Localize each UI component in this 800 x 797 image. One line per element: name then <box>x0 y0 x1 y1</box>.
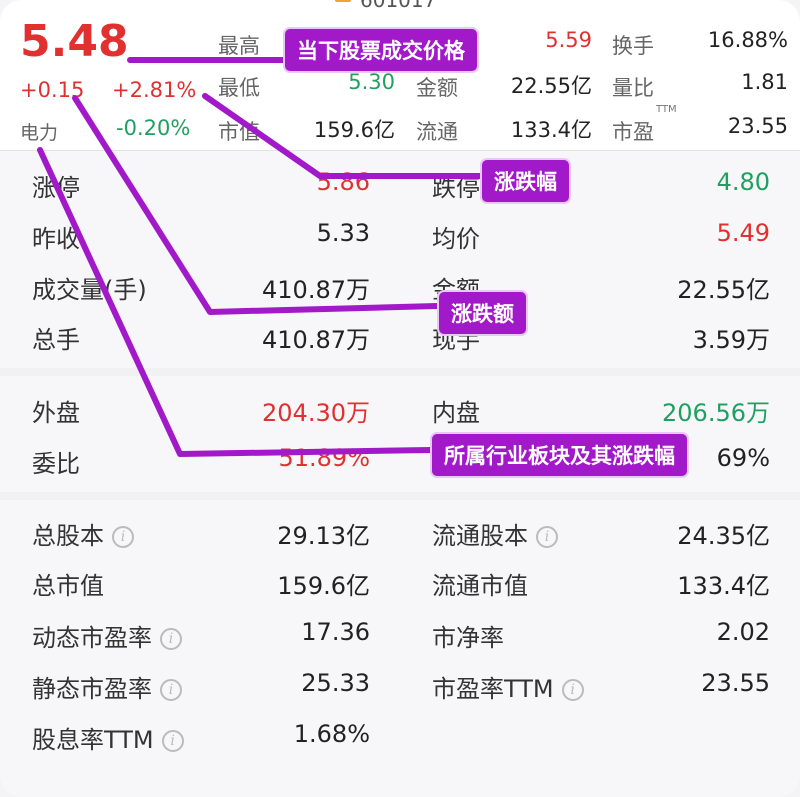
avg-price-value: 5.49 <box>716 219 770 247</box>
market-cap-value: 159.6亿 <box>313 118 395 142</box>
info-icon[interactable]: i <box>161 730 184 752</box>
pb-value: 2.02 <box>716 618 770 646</box>
volume-ratio-value: 1.81 <box>741 70 788 94</box>
low-label: 最低 <box>218 76 260 100</box>
section-divider <box>0 368 800 376</box>
pe-value: 23.55 <box>727 114 788 138</box>
float-mcap-value: 133.4亿 <box>677 572 770 600</box>
stock-quote-panel: 601017 5.48 +0.15 +2.81% 电力 -0.20% 最高 5.… <box>0 0 800 797</box>
prev-close-value: 5.33 <box>316 219 370 247</box>
current-price: 5.48 <box>20 16 129 67</box>
outer-volume-label: 外盘 <box>32 399 80 427</box>
amount-value: 22.55亿 <box>510 74 592 98</box>
dynamic-pe-value: 17.36 <box>301 618 370 646</box>
prev-close-label: 昨收 <box>32 225 80 253</box>
inner-volume-value: 206.56万 <box>662 399 770 427</box>
pb-label: 市净率 <box>432 624 504 652</box>
pe-ttm-value: 23.55 <box>701 669 770 697</box>
sector-change-percent: -0.20% <box>116 116 191 140</box>
limit-down-label: 跌停 <box>432 174 480 202</box>
high-value: 5.59 <box>545 28 592 52</box>
total-shares-label: 总股本 i <box>32 516 134 551</box>
limit-up-label: 涨停 <box>32 174 80 202</box>
turnover-value: 16.88% <box>707 28 788 52</box>
float-shares-value: 24.35亿 <box>677 522 770 550</box>
price-change-percent: +2.81% <box>112 78 197 102</box>
annotation-change-pct: 涨跌幅 <box>480 158 571 204</box>
pe-ttm-superscript: TTM <box>656 104 677 115</box>
float-shares-label: 流通股本 i <box>432 516 558 551</box>
limit-up-value: 5.86 <box>316 168 370 196</box>
volume-label: 成交量(手) <box>32 276 147 304</box>
dynamic-pe-label: 动态市盈率 i <box>32 618 182 653</box>
high-label: 最高 <box>218 34 260 58</box>
inner-volume-label: 内盘 <box>432 399 480 427</box>
static-pe-value: 25.33 <box>301 669 370 697</box>
total-mcap-label: 总市值 <box>32 572 104 600</box>
quote-header: 601017 5.48 +0.15 +2.81% 电力 -0.20% 最高 5.… <box>0 0 800 151</box>
market-cap-label: 市值 <box>218 120 260 144</box>
commit-ratio-value: 51.89% <box>278 444 370 472</box>
avg-price-label: 均价 <box>432 225 480 253</box>
limit-down-value: 4.80 <box>716 168 770 196</box>
annotation-change-amt: 涨跌额 <box>437 290 528 336</box>
info-icon[interactable]: i <box>112 526 134 548</box>
info-icon[interactable]: i <box>536 526 558 548</box>
stock-code-partial: 601017 <box>360 0 437 12</box>
total-shares-value: 29.13亿 <box>277 522 370 550</box>
float-label: 流通 <box>416 120 458 144</box>
amount-label: 金额 <box>416 76 458 100</box>
dividend-yield-value: 1.68% <box>293 720 370 748</box>
float-shares-text: 流通股本 <box>432 522 528 550</box>
dynamic-pe-text: 动态市盈率 <box>32 624 152 652</box>
info-icon[interactable]: i <box>160 628 182 650</box>
low-value: 5.30 <box>348 70 395 94</box>
annotation-price: 当下股票成交价格 <box>283 27 479 73</box>
volume-ratio-label: 量比 <box>612 76 654 100</box>
pe-label: 市盈 <box>612 120 654 144</box>
sector-name[interactable]: 电力 <box>20 118 58 145</box>
total-hand-label: 总手 <box>32 326 80 354</box>
turnover-label: 换手 <box>612 34 654 58</box>
float-value: 133.4亿 <box>510 118 592 142</box>
section-divider <box>0 492 800 500</box>
detail-amount-value: 22.55亿 <box>677 276 770 304</box>
total-shares-text: 总股本 <box>32 522 104 550</box>
float-mcap-label: 流通市值 <box>432 572 528 600</box>
pe-ttm-label: 市盈率TTM i <box>432 669 584 704</box>
annotation-sector: 所属行业板块及其涨跌幅 <box>430 432 689 478</box>
total-mcap-value: 159.6亿 <box>277 572 370 600</box>
info-icon[interactable]: i <box>160 679 182 701</box>
volume-value: 410.87万 <box>262 276 370 304</box>
info-icon[interactable]: i <box>561 679 584 701</box>
static-pe-label: 静态市盈率 i <box>32 669 182 704</box>
price-change: +0.15 <box>20 78 85 102</box>
current-hand-value: 3.59万 <box>692 326 770 354</box>
dividend-yield-label: 股息率TTM i <box>32 720 184 755</box>
market-badge-icon <box>335 0 351 2</box>
dividend-yield-text: 股息率TTM <box>32 726 154 754</box>
outer-volume-value: 204.30万 <box>262 399 370 427</box>
total-hand-value: 410.87万 <box>262 326 370 354</box>
pe-ttm-text: 市盈率TTM <box>432 675 554 703</box>
commit-ratio-label: 委比 <box>32 450 80 478</box>
static-pe-text: 静态市盈率 <box>32 675 152 703</box>
